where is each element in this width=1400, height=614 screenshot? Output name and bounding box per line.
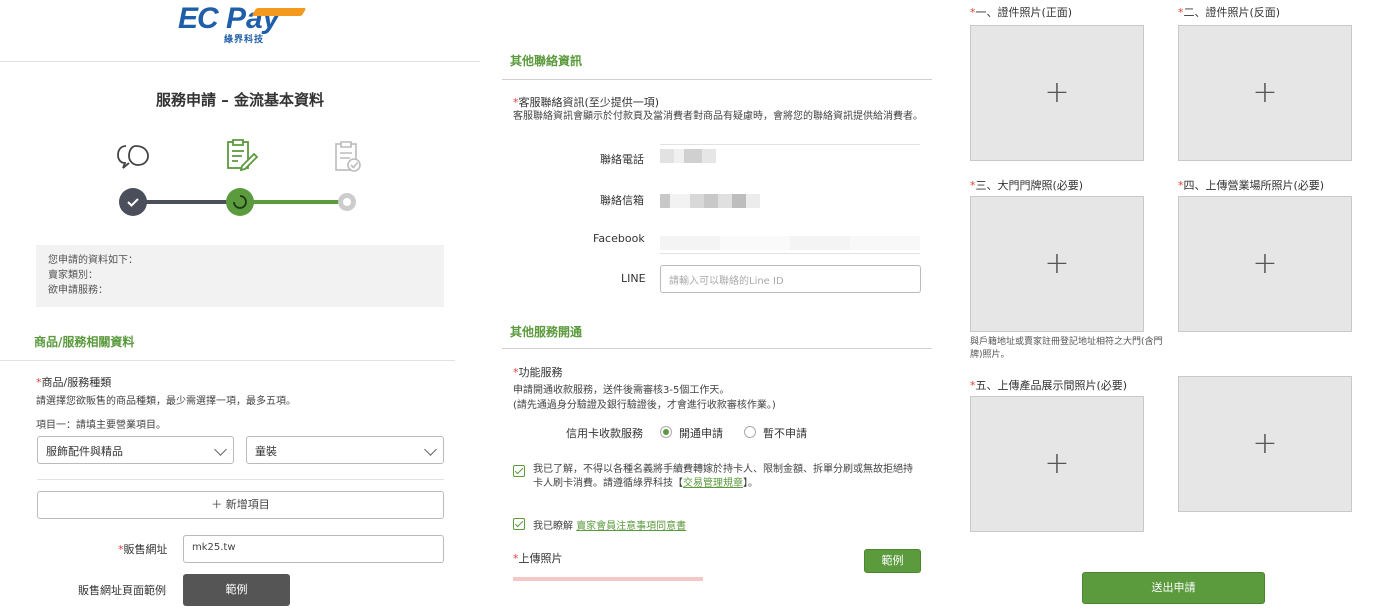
- trade-rules-link[interactable]: 交易管理規章: [683, 478, 743, 489]
- upload-label-id-back: *二、證件照片(反面): [1178, 6, 1281, 19]
- line-label: LINE: [621, 272, 646, 285]
- phone-value-redacted[interactable]: [660, 149, 716, 163]
- check-icon: [127, 198, 139, 207]
- summary-line: 您申請的資料如下：: [48, 255, 138, 266]
- feature-warning: (請先通過身分驗證及銀行驗證後，才會進行收款審核作業。): [513, 400, 776, 411]
- upload-box-extra[interactable]: +: [1178, 376, 1352, 512]
- agree-terms-checkbox[interactable]: [513, 518, 525, 530]
- contact-section-title: 其他聯絡資訊: [510, 54, 583, 68]
- product-section-title: 商品/服務相關資料: [34, 335, 135, 349]
- subcategory-select-value: 童裝: [255, 445, 277, 458]
- section-divider: [0, 360, 455, 361]
- subcategory-select[interactable]: 童裝: [246, 436, 444, 464]
- document-check-icon: [335, 141, 361, 172]
- field-divider: [660, 144, 920, 145]
- step-current-dot: [226, 188, 254, 216]
- items-divider: [37, 479, 444, 480]
- radio-decline-label: 暫不申請: [763, 427, 807, 440]
- photo-upload-panel: *一、證件照片(正面) *二、證件照片(反面) + + *三、大門門牌照(必要)…: [962, 0, 1400, 614]
- logo-swoosh: [251, 8, 307, 16]
- upload-example-button[interactable]: 範例: [864, 549, 921, 573]
- agree-terms-text: 我已瞭解 賣家會員注意事項同意書: [533, 521, 687, 532]
- email-value-redacted[interactable]: [660, 194, 760, 208]
- progress-line-active: [240, 200, 346, 204]
- ecpay-logo: EC Pay 綠界科技: [176, 2, 307, 46]
- upload-label-showroom: *五、上傳產品展示間照片(必要): [970, 379, 1128, 392]
- header-divider: [0, 61, 480, 62]
- sales-url-input[interactable]: mk25.tw: [183, 535, 444, 563]
- credit-card-label: 信用卡收款服務: [566, 427, 643, 440]
- plus-icon: +: [1252, 426, 1278, 461]
- upload-box-id-back[interactable]: +: [1178, 25, 1352, 161]
- sales-url-label: *販售網址: [118, 543, 168, 556]
- cs-contact-label: *客服聯絡資訊(至少提供一項): [513, 96, 660, 109]
- facebook-value-redacted[interactable]: [660, 236, 920, 250]
- item-one-note: 項目一：請填主要營業項目。: [36, 420, 166, 431]
- loading-ring-icon: [233, 195, 247, 209]
- basic-info-panel: EC Pay 綠界科技 服務申請 – 金流基本資料 您申請的資料如下： 賣家類別…: [0, 0, 480, 614]
- cut-off-text-redacted: [513, 577, 703, 583]
- product-type-label: *商品/服務種類: [36, 376, 112, 389]
- field-divider: [660, 253, 920, 254]
- contact-service-panel: 其他聯絡資訊 *客服聯絡資訊(至少提供一項) 客服聯絡資訊會顯示於付款頁及當消費…: [490, 0, 950, 614]
- radio-apply-label: 開通申請: [679, 427, 723, 440]
- phone-label: 聯絡電話: [600, 153, 644, 166]
- form-edit-icon: [227, 139, 259, 172]
- seller-terms-link[interactable]: 賣家會員注意事項同意書: [576, 521, 686, 532]
- product-type-desc: 請選擇您欲販售的商品種類，最少需選擇一項，最多五項。: [36, 396, 296, 407]
- upload-box-id-front[interactable]: +: [970, 25, 1144, 161]
- application-summary-box: 您申請的資料如下： 賣家類別： 欲申請服務：: [36, 245, 444, 307]
- chevron-down-icon: [424, 443, 437, 456]
- service-section-title: 其他服務開通: [510, 325, 583, 339]
- submit-application-button[interactable]: 送出申請: [1082, 572, 1265, 604]
- upload-label-id-front: *一、證件照片(正面): [970, 6, 1073, 19]
- agree-fee-text: 我已了解，不得以各種名義將手續費轉嫁於持卡人、限制金額、拆單分刷或無故拒絕持卡人…: [533, 464, 913, 489]
- step-done-dot: [119, 188, 147, 216]
- summary-service: 欲申請服務：: [48, 285, 108, 296]
- upload-box-doorplate[interactable]: +: [970, 196, 1144, 332]
- plus-icon: +: [1044, 446, 1070, 481]
- logo-ec-text: EC: [178, 2, 219, 35]
- line-id-input[interactable]: 請輸入可以聯絡的Line ID: [660, 265, 921, 293]
- plus-icon: +: [1252, 246, 1278, 281]
- upload-label-doorplate: *三、大門門牌照(必要): [970, 179, 1084, 192]
- plus-icon: +: [1044, 75, 1070, 110]
- step-pending-dot: [338, 193, 356, 211]
- doorplate-note: 與戶籍地址或賣家註冊登記地址相符之大門(含門牌)照片。: [970, 337, 1163, 360]
- example-button[interactable]: 範例: [183, 574, 290, 606]
- add-item-button[interactable]: ＋ 新增項目: [37, 491, 444, 519]
- chevron-down-icon: [214, 443, 227, 456]
- progress-line-done: [134, 200, 240, 204]
- agree-fee-checkbox[interactable]: [513, 465, 525, 477]
- upload-box-business-site[interactable]: +: [1178, 196, 1352, 332]
- summary-seller-type: 賣家類別：: [48, 270, 98, 281]
- radio-decline[interactable]: [744, 426, 756, 438]
- radio-apply[interactable]: [660, 426, 672, 438]
- logo-chinese-text: 綠界科技: [224, 35, 265, 45]
- category-select[interactable]: 服飾配件與精品: [37, 436, 234, 464]
- section-divider: [502, 348, 932, 349]
- upload-photos-label: *上傳照片: [513, 552, 563, 565]
- chat-bubbles-icon: [117, 145, 149, 169]
- sales-page-example-label: 販售網址頁面範例: [78, 584, 166, 597]
- upload-box-showroom[interactable]: +: [970, 396, 1144, 532]
- category-select-value: 服飾配件與精品: [46, 445, 123, 458]
- plus-icon: +: [1044, 246, 1070, 281]
- facebook-label: Facebook: [593, 232, 645, 245]
- cs-contact-desc: 客服聯絡資訊會顯示於付款頁及當消費者對商品有疑慮時，會將您的聯絡資訊提供給消費者…: [513, 111, 923, 122]
- plus-icon: +: [1252, 75, 1278, 110]
- feature-desc: 申請開通收款服務，送件後需審核3-5個工作天。: [513, 385, 730, 396]
- page-title: 服務申請 – 金流基本資料: [156, 91, 324, 109]
- section-divider: [502, 79, 932, 80]
- feature-label: *功能服務: [513, 366, 563, 379]
- email-label: 聯絡信箱: [600, 194, 644, 207]
- upload-label-business-site: *四、上傳營業場所照片(必要): [1178, 179, 1325, 192]
